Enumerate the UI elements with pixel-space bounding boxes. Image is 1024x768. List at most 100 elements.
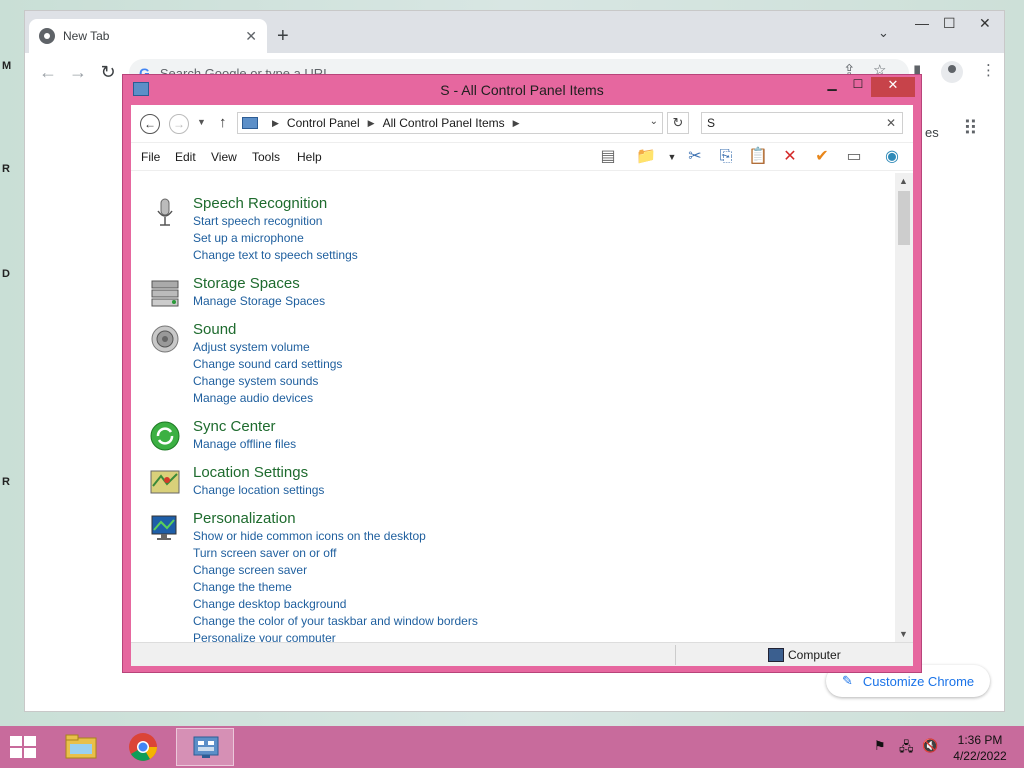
item-heading[interactable]: Storage Spaces [193,275,300,292]
profile-avatar[interactable] [941,61,963,83]
chrome-minimize-button[interactable]: — [915,15,929,31]
control-panel-window: S - All Control Panel Items ▁ ☐ ✕ ← → ▼ … [122,74,922,673]
menu-edit[interactable]: Edit [175,150,196,164]
customize-chrome-label: Customize Chrome [862,673,975,689]
cp-minimize-button[interactable]: ▁ [819,77,845,97]
item-heading[interactable]: Personalization [193,510,296,527]
cp-close-button[interactable]: ✕ [871,77,915,97]
google-apps-icon[interactable]: ⠿ [963,116,978,141]
window-title: S - All Control Panel Items [440,82,604,98]
breadcrumb-separator-icon[interactable]: ▶ [513,118,520,129]
item-link[interactable]: Manage Storage Spaces [193,294,325,308]
breadcrumb-separator-icon[interactable]: ▶ [272,118,279,129]
location-map-icon [150,470,180,494]
item-link[interactable]: Set up a microphone [193,231,304,245]
volume-muted-icon[interactable]: 🔇 [922,738,938,754]
address-row: ← → ▼ ↑ ▶ Control Panel ▶ All Control Pa… [131,105,913,143]
control-panel-icon [242,117,258,129]
copy-icon[interactable]: ⎘ [715,147,737,167]
item-link[interactable]: Change desktop background [193,597,346,611]
tab-new-tab[interactable]: New Tab ✕ [29,19,267,53]
status-location: Computer [788,648,841,662]
chrome-tabstrip: New Tab ✕ + ⌄ — ☐ ✕ [25,11,1004,53]
properties-icon[interactable]: ▭ [843,147,865,167]
scroll-thumb[interactable] [898,191,910,245]
item-link[interactable]: Change the theme [193,580,292,594]
taskbar-file-explorer[interactable] [52,728,110,766]
desktop-icon-label[interactable]: M [2,60,11,72]
globe-icon[interactable]: ◉ [881,147,903,167]
breadcrumb-separator-icon[interactable]: ▶ [368,118,375,129]
taskbar-control-panel[interactable] [176,728,234,766]
cp-maximize-button[interactable]: ☐ [845,77,871,97]
chrome-forward-icon[interactable]: → [63,62,93,83]
scroll-down-icon[interactable]: ▼ [899,629,908,639]
system-clock[interactable]: 1:36 PM 4/22/2022 [948,732,1012,764]
item-link[interactable]: Change screen saver [193,563,307,577]
breadcrumb-all-items[interactable]: All Control Panel Items [383,116,505,130]
recent-locations-chevron-icon[interactable]: ▼ [197,117,206,127]
computer-icon [768,648,784,662]
vertical-scrollbar[interactable]: ▲ ▼ [895,173,913,642]
item-link[interactable]: Manage audio devices [193,391,313,405]
control-panel-icon [193,736,219,758]
paste-icon[interactable]: 📋 [747,147,769,167]
tab-search-chevron-icon[interactable]: ⌄ [878,25,889,41]
delete-icon[interactable]: ✕ [779,147,801,167]
layout-pane-icon[interactable]: ▤ [597,147,619,167]
item-link[interactable]: Change sound card settings [193,357,342,371]
status-divider [675,645,676,665]
up-arrow-icon[interactable]: ↑ [219,114,227,131]
item-heading[interactable]: Speech Recognition [193,195,327,212]
item-link[interactable]: Change location settings [193,483,324,497]
folder-options-dropdown-icon[interactable]: ▼ [661,147,683,167]
scroll-up-icon[interactable]: ▲ [899,176,908,186]
network-icon[interactable]: 🖧 [899,738,914,760]
breadcrumb-control-panel[interactable]: Control Panel [287,116,360,130]
folder-options-icon[interactable]: 📁 [635,147,657,167]
item-link[interactable]: Adjust system volume [193,340,310,354]
chrome-menu-icon[interactable]: ⋮ [981,61,996,79]
clear-search-icon[interactable]: ✕ [886,113,896,133]
images-link[interactable]: es [925,125,939,140]
item-link[interactable]: Change the color of your taskbar and win… [193,614,478,628]
item-link[interactable]: Turn screen saver on or off [193,546,336,560]
clock-date: 4/22/2022 [953,749,1007,763]
chrome-maximize-button[interactable]: ☐ [943,15,956,32]
storage-drives-icon [151,280,179,307]
chrome-back-icon[interactable]: ← [33,62,63,83]
menu-file[interactable]: File [141,150,160,164]
menu-view[interactable]: View [211,150,237,164]
address-dropdown-icon[interactable]: ⌄ [650,116,658,127]
speaker-icon [151,325,179,353]
item-link[interactable]: Start speech recognition [193,214,322,228]
item-heading[interactable]: Location Settings [193,464,308,481]
desktop-icon-label[interactable]: D [2,268,10,280]
new-tab-button[interactable]: + [277,25,289,48]
cut-icon[interactable]: ✂ [684,147,706,167]
refresh-icon[interactable]: ↻ [667,112,689,134]
address-bar[interactable]: ▶ Control Panel ▶ All Control Panel Item… [237,112,663,134]
item-heading[interactable]: Sync Center [193,418,276,435]
taskbar-chrome[interactable] [114,728,172,766]
checkmark-icon[interactable]: ✔ [811,147,833,167]
chrome-reload-icon[interactable]: ↻ [93,62,123,83]
tab-close-icon[interactable]: ✕ [245,28,257,45]
cp-titlebar[interactable]: S - All Control Panel Items ▁ ☐ ✕ [123,75,921,105]
desktop-icon-label[interactable]: R [2,476,10,488]
chrome-close-button[interactable]: ✕ [979,15,991,32]
item-link[interactable]: Change system sounds [193,374,318,388]
search-input[interactable]: S ✕ [701,112,903,134]
windows-start-icon[interactable] [10,736,38,760]
item-link[interactable]: Show or hide common icons on the desktop [193,529,426,543]
item-link[interactable]: Change text to speech settings [193,248,358,262]
item-link[interactable]: Manage offline files [193,437,296,451]
forward-arrow-icon[interactable]: → [169,114,189,134]
action-center-flag-icon[interactable]: ⚑ [874,738,886,754]
back-arrow-icon[interactable]: ← [140,114,160,134]
item-heading[interactable]: Sound [193,321,236,338]
menu-tools[interactable]: Tools [252,150,280,164]
item-link[interactable]: Personalize your computer [193,631,336,642]
menu-help[interactable]: Help [297,150,322,164]
desktop-icon-label[interactable]: R [2,163,10,175]
